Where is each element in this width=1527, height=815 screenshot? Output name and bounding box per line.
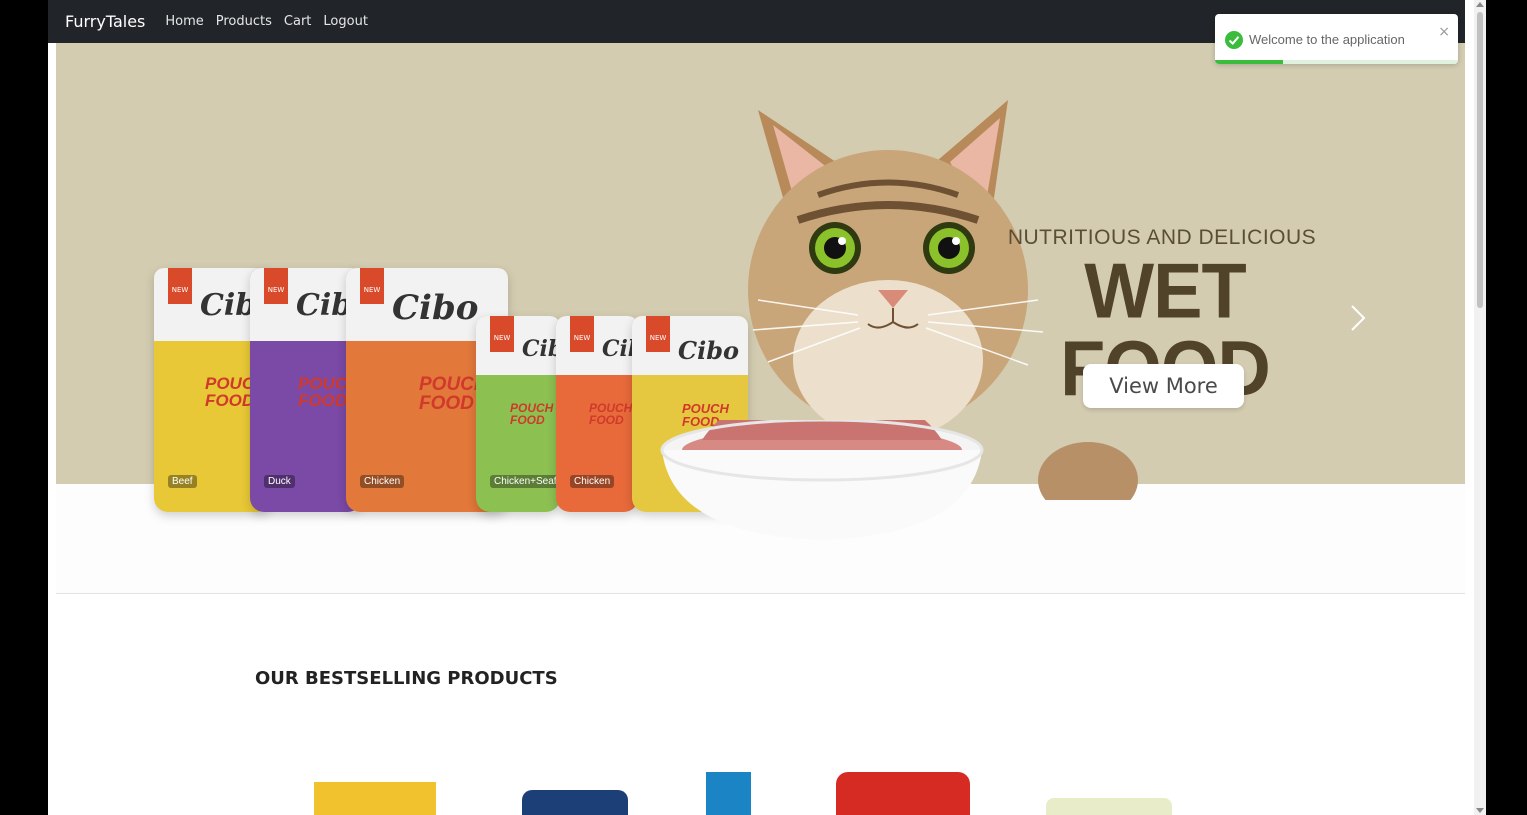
pouch-flavor-label: Chicken+Seafood	[490, 475, 560, 488]
close-icon[interactable]: ×	[1438, 24, 1450, 40]
scrollbar-thumb[interactable]	[1477, 12, 1483, 308]
pouch-flavor-label: Beef	[168, 475, 197, 488]
nav-link-products[interactable]: Products	[216, 14, 272, 29]
hero-divider	[56, 593, 1465, 594]
pouch-new-tag: NEW	[570, 316, 594, 352]
toast-notification: Welcome to the application ×	[1215, 14, 1458, 64]
pouch-pack: NEWCiboPOUCH FOODChicken	[556, 316, 638, 512]
pouch-new-tag: NEW	[360, 268, 384, 304]
nav-link-logout[interactable]: Logout	[323, 14, 368, 29]
toast-message: Welcome to the application	[1249, 32, 1405, 47]
toast-progress-bar	[1215, 60, 1284, 64]
product-thumbnail[interactable]	[706, 772, 751, 815]
nav-link-cart[interactable]: Cart	[284, 14, 312, 29]
scroll-up-icon[interactable]	[1476, 2, 1484, 7]
browser-viewport: FurryTales Home Products Cart Logout NEW…	[48, 0, 1486, 815]
product-thumbnail[interactable]	[314, 782, 436, 815]
pouch-brand-label: Cibo	[678, 336, 740, 365]
pouch-flavor-label: Duck	[264, 475, 295, 488]
chevron-right-icon[interactable]	[1346, 302, 1370, 334]
pouch-brand-label: Cibo	[392, 288, 479, 328]
brand-logo[interactable]: FurryTales	[65, 12, 145, 31]
product-thumbnail[interactable]	[836, 772, 970, 815]
product-thumbnail[interactable]	[522, 790, 628, 815]
pouch-new-tag: NEW	[646, 316, 670, 352]
view-more-button[interactable]: View More	[1083, 364, 1244, 408]
pouch-new-tag: NEW	[264, 268, 288, 304]
vertical-scrollbar[interactable]	[1474, 0, 1486, 815]
pouch-food-label: POUCH FOOD	[589, 401, 633, 427]
nav-link-home[interactable]: Home	[165, 14, 203, 29]
pouch-pack: NEW Cibo POUCH FOOD Chicken+Seafood	[476, 316, 560, 512]
pouch-flavor-label: Chicken	[570, 475, 615, 488]
pouch-food-label: POUCH FOOD	[510, 401, 554, 427]
section-title: OUR BESTSELLING PRODUCTS	[255, 668, 558, 689]
scroll-down-icon[interactable]	[1476, 808, 1484, 813]
pouch-brand-label: Cibo	[522, 336, 560, 362]
pouch-new-tag: NEW	[168, 268, 192, 304]
pouch-flavor-label: Chicken	[360, 475, 405, 488]
food-bowl-image	[660, 420, 984, 540]
product-thumbnail[interactable]	[1046, 798, 1172, 815]
pouch-new-tag: NEW	[490, 316, 514, 352]
check-circle-icon	[1225, 31, 1243, 49]
